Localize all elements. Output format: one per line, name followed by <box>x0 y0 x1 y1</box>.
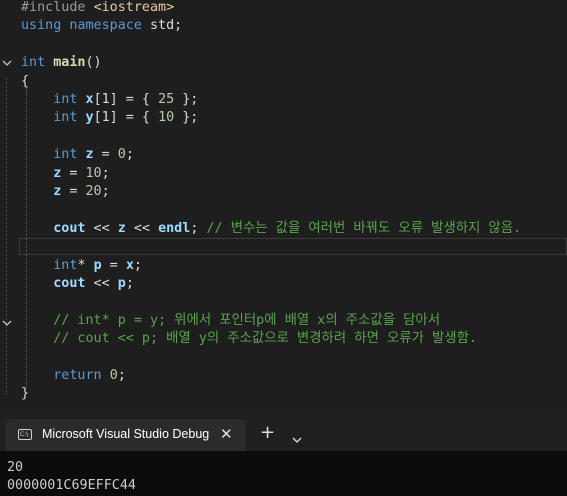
terminal-tab[interactable]: C:\ Microsoft Visual Studio Debug ✕ <box>6 419 246 451</box>
code-token: return <box>21 368 110 383</box>
code-token: { <box>21 73 30 89</box>
code-token: main <box>53 55 86 71</box>
code-token: 25 <box>158 92 175 107</box>
close-icon[interactable]: ✕ <box>220 426 233 442</box>
code-line: int y[1] = { 10 }; <box>21 109 198 127</box>
code-token: = <box>101 257 126 273</box>
terminal-line: 0000001C69EFFC44 <box>7 478 136 493</box>
code-token: ; <box>190 220 207 236</box>
code-token: x <box>125 257 134 273</box>
code-line: cout << p; <box>21 275 134 293</box>
code-token: z <box>85 147 94 163</box>
code-token: int <box>21 110 86 126</box>
code-line: int x[1] = { 25 }; <box>21 91 198 109</box>
code-token: std; <box>150 18 183 34</box>
code-token: [1] = { <box>93 92 159 107</box>
code-token: // 변수는 값을 여러번 바꿔도 오류 발생하지 않음. <box>206 220 522 236</box>
terminal-output[interactable]: 20 0000001C69EFFC44 <box>0 451 567 496</box>
code-token: } <box>21 386 30 402</box>
tab-title: Microsoft Visual Studio Debug <box>42 427 210 441</box>
current-line-highlight <box>19 238 567 255</box>
code-token: * <box>77 257 94 273</box>
fold-chevron-icon[interactable] <box>2 318 12 328</box>
code-line: { <box>21 73 29 91</box>
code-token: cout <box>21 220 86 236</box>
code-token: p <box>117 276 126 291</box>
code-token: ; <box>125 276 134 291</box>
code-token: ; <box>101 184 110 199</box>
code-token: z <box>21 165 62 181</box>
code-line: cout << z << endl; // 변수는 값을 여러번 바꿔도 오류 … <box>21 220 521 238</box>
code-line: #include <iostream> <box>21 0 174 17</box>
code-token: 10 <box>158 110 175 126</box>
code-line: return 0; <box>21 367 126 385</box>
code-token: = <box>93 147 118 163</box>
code-line: int* p = x; <box>21 257 142 275</box>
code-token: using namespace <box>21 18 150 34</box>
fold-chevron-icon[interactable] <box>2 58 12 68</box>
code-line: // int* p = y; 위에서 포인터p에 배열 x의 주소값을 담아서 <box>21 312 440 330</box>
code-token: ; <box>133 257 142 273</box>
code-token: int <box>21 92 86 107</box>
code-token: #include <box>21 0 94 15</box>
code-token: 20 <box>85 184 102 199</box>
terminal-icon: C:\ <box>18 429 32 440</box>
code-token: y <box>85 110 94 126</box>
code-token: endl <box>158 220 191 236</box>
code-line: // cout << p; 배열 y의 주소값으로 변경하려 하면 오류가 발생… <box>21 330 477 348</box>
outer-indent-guide <box>6 78 7 394</box>
code-line: z = 10; <box>21 165 110 183</box>
code-token: cout <box>21 276 86 291</box>
code-token: ; <box>125 147 134 163</box>
code-token: p <box>93 257 102 273</box>
code-token: // cout << p; 배열 y의 주소값으로 변경하려 하면 오류가 발생… <box>21 331 477 347</box>
code-token: int <box>21 257 78 273</box>
code-token: << <box>125 220 159 236</box>
code-editor[interactable]: #include <iostream> using namespace std; i… <box>0 0 567 407</box>
code-token: int <box>21 147 86 163</box>
code-token: ; <box>117 368 126 383</box>
code-token: [1] = { <box>93 110 159 126</box>
new-tab-button[interactable]: + <box>260 424 275 442</box>
code-token: << <box>85 276 118 291</box>
code-token: = <box>61 184 86 199</box>
code-token: () <box>85 55 102 71</box>
code-line: int main() <box>21 54 102 72</box>
code-line: int z = 0; <box>21 146 134 164</box>
terminal-line: 20 <box>7 460 24 475</box>
code-line: using namespace std; <box>21 17 182 35</box>
code-line: z = 20; <box>21 183 110 201</box>
code-token: int <box>21 55 54 71</box>
code-token: z <box>21 184 62 199</box>
code-token: 0 <box>109 368 118 383</box>
code-token: 0 <box>117 147 126 163</box>
code-token: <iostream> <box>93 0 175 15</box>
chevron-down-icon[interactable] <box>292 429 302 443</box>
code-token: ; <box>101 165 110 181</box>
code-token: // int* p = y; 위에서 포인터p에 배열 x의 주소값을 담아서 <box>21 312 441 328</box>
code-token: 10 <box>85 165 102 181</box>
code-line: } <box>21 385 29 403</box>
code-token: }; <box>174 92 199 107</box>
code-token: }; <box>174 110 199 126</box>
code-token: x <box>85 92 94 107</box>
code-token: = <box>61 165 86 181</box>
terminal-tab-bar: C:\ Microsoft Visual Studio Debug ✕ + <box>0 407 567 451</box>
code-token: z <box>117 220 126 236</box>
code-token: << <box>85 220 118 236</box>
